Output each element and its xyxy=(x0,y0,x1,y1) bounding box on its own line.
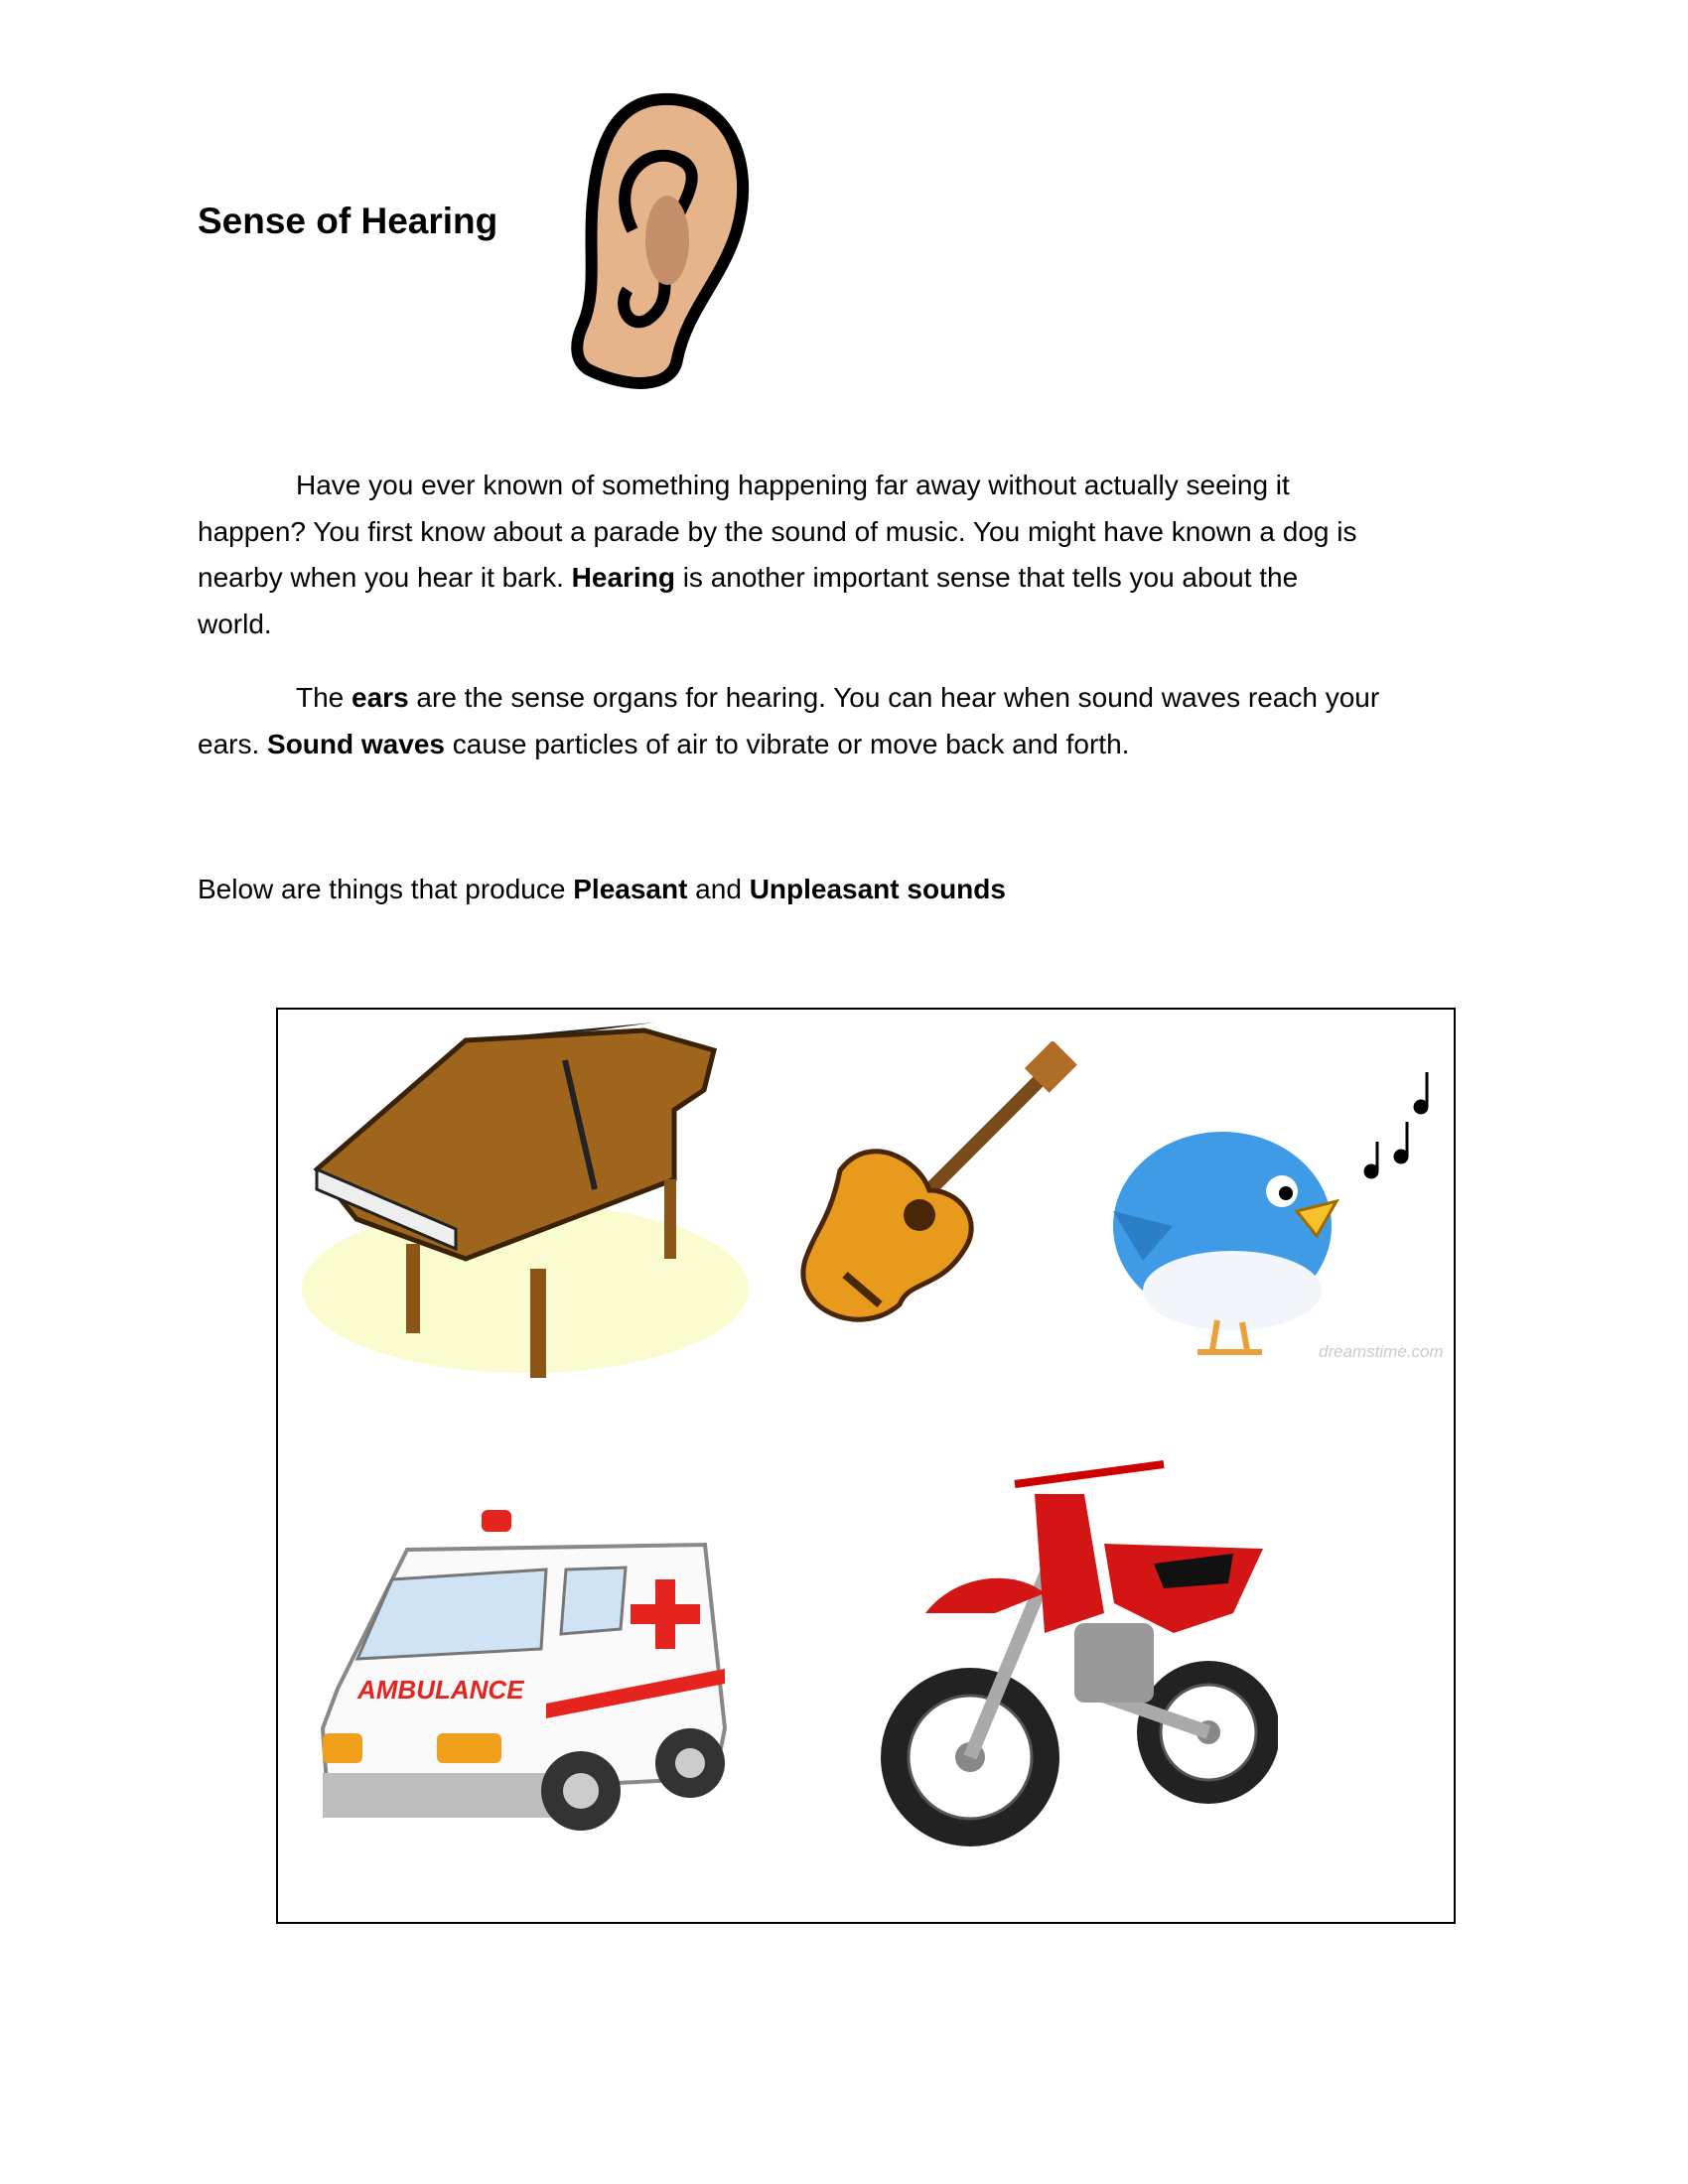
bold-term: Hearing xyxy=(571,562,675,593)
ear-icon xyxy=(571,92,750,389)
text-line: Have you ever known of something happeni… xyxy=(296,470,1290,500)
ears-paragraph: The ears are the sense organs for hearin… xyxy=(198,675,1469,767)
intro-paragraph: Have you ever known of something happeni… xyxy=(198,463,1469,647)
text-line: and xyxy=(687,874,750,904)
bold-term: ears xyxy=(352,682,409,713)
guitar-image xyxy=(800,1041,1077,1322)
text-line: cause particles of air to vibrate or mov… xyxy=(444,728,1130,759)
bold-term: Pleasant xyxy=(573,874,688,904)
motorcycle-image xyxy=(881,1460,1278,1846)
watermark: dreamstime.com xyxy=(1319,1342,1444,1361)
text-line: Below are things that produce xyxy=(198,874,574,904)
text-line: nearby when you hear it bark. xyxy=(198,562,572,593)
text-line: The xyxy=(296,682,352,713)
music-notes-icon xyxy=(1363,1072,1429,1179)
text-line: world. xyxy=(198,608,272,639)
ambulance-label: AMBULANCE xyxy=(356,1675,524,1705)
singing-bird-image xyxy=(1113,1072,1429,1355)
bold-term: Unpleasant sounds xyxy=(749,874,1006,904)
bold-term: Sound waves xyxy=(267,728,445,759)
text-line: is another important sense that tells yo… xyxy=(674,562,1299,593)
ambulance-image: AMBULANCE xyxy=(320,1510,728,1831)
text-line: ears. xyxy=(198,728,268,759)
piano-image xyxy=(302,1023,749,1378)
text-line: are the sense organs for hearing. You ca… xyxy=(408,682,1380,713)
text-line: happen? You first know about a parade by… xyxy=(198,515,1357,547)
sounds-intro: Below are things that produce Pleasant a… xyxy=(198,867,1469,913)
page-title: Sense of Hearing xyxy=(198,201,498,241)
